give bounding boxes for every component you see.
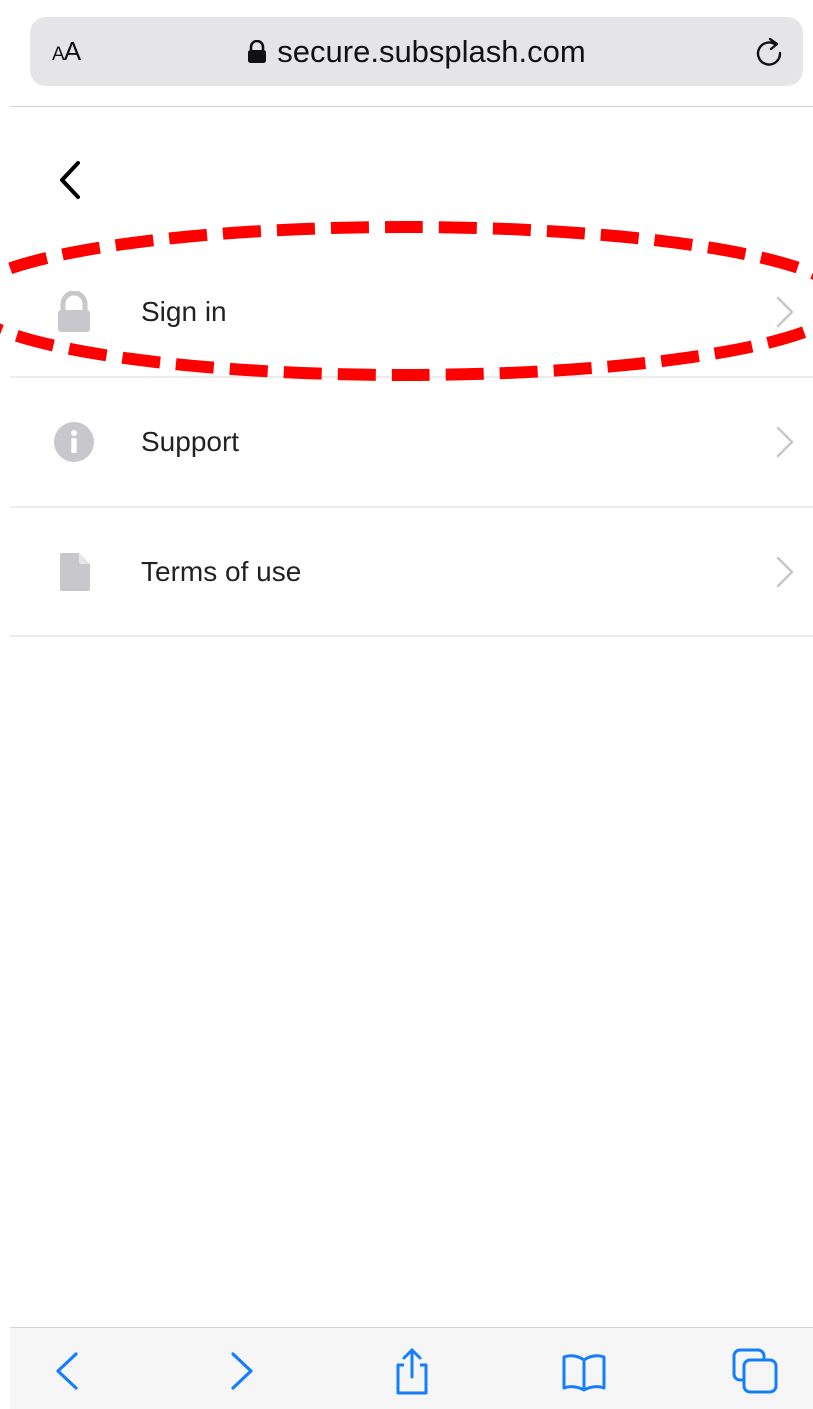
chevron-right-icon: [776, 426, 794, 458]
address-bar[interactable]: AA secure.subsplash.com: [30, 17, 803, 86]
url-text: secure.subsplash.com: [277, 33, 586, 69]
menu-item-label: Terms of use: [141, 556, 302, 587]
top-divider: [10, 106, 813, 107]
share-icon[interactable]: [387, 1346, 437, 1396]
tabs-icon[interactable]: [730, 1346, 780, 1396]
row-divider: [10, 635, 813, 637]
menu-item-sign-in[interactable]: Sign in: [10, 247, 813, 376]
reload-icon[interactable]: [751, 34, 787, 70]
browser-top-bar: AA secure.subsplash.com: [0, 0, 813, 107]
back-chevron-icon[interactable]: [54, 157, 88, 203]
menu-item-label: Sign in: [141, 296, 227, 327]
menu-item-label: Support: [141, 426, 240, 457]
lock-icon: [58, 291, 90, 332]
document-icon: [60, 553, 90, 591]
chevron-right-icon: [776, 556, 794, 588]
browser-bottom-toolbar: [10, 1327, 813, 1409]
info-icon: [54, 422, 94, 462]
forward-arrow-icon[interactable]: [215, 1346, 265, 1396]
menu-item-terms-of-use[interactable]: Terms of use: [10, 507, 813, 636]
bookmarks-icon[interactable]: [559, 1346, 609, 1396]
back-arrow-icon[interactable]: [44, 1346, 94, 1396]
chevron-right-icon: [776, 296, 794, 328]
lock-icon: [248, 39, 267, 63]
menu-item-support[interactable]: Support: [10, 377, 813, 506]
